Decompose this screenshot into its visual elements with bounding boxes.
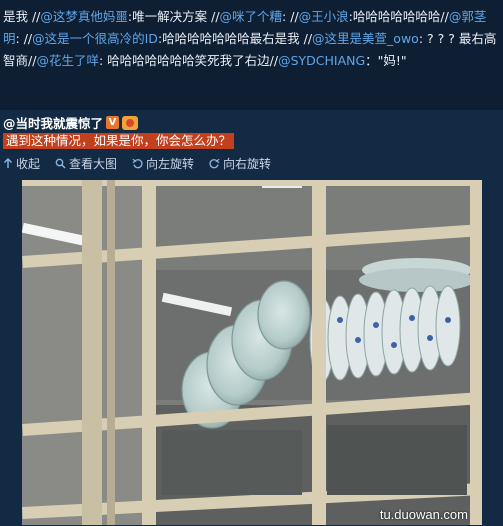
- collapse-up-arrow-icon: [4, 158, 12, 168]
- verified-v-badge-icon: V: [106, 116, 120, 129]
- rotate-left-icon: [132, 158, 143, 169]
- mention-link[interactable]: @SYDCHIANG: [278, 53, 365, 68]
- repost-author: @当时我就震惊了 V: [3, 113, 139, 132]
- rotate-right-icon: [209, 158, 220, 169]
- post-text-segment: :哈哈哈哈哈哈哈最右是我 //: [157, 31, 313, 46]
- mention-link[interactable]: @咪了个糟: [220, 9, 283, 24]
- rotate-left-label: 向左旋转: [146, 157, 195, 171]
- post-text-segment: : 哈哈哈哈哈哈哈笑死我了右边//: [98, 53, 279, 68]
- reposted-content: @当时我就震惊了 V 遇到这种情况，如果是你，你会怎么办？ 收起 查看大图 向左…: [0, 110, 503, 526]
- mention-link[interactable]: @王小浪: [299, 9, 349, 24]
- post-text-segment: : //: [15, 31, 33, 46]
- post-text-segment: : //: [282, 9, 299, 24]
- collapse-button[interactable]: 收起: [3, 155, 40, 172]
- repost-question: 遇到这种情况，如果是你，你会怎么办？: [3, 133, 235, 149]
- image-toolbar: 收起 查看大图 向左旋转 向右旋转: [3, 155, 271, 172]
- post-text-segment: ："妈!": [365, 53, 407, 68]
- mention-link[interactable]: @花生了咩: [36, 53, 99, 68]
- rotate-right-label: 向右旋转: [223, 157, 272, 171]
- cabinet-plates-photo: [22, 180, 482, 525]
- magnifier-icon: [55, 158, 66, 169]
- member-level-icon: [122, 115, 139, 130]
- post-text-segment: :唯一解决方案 //: [127, 9, 220, 24]
- mention-link[interactable]: @这是一个很高冷的ID: [32, 31, 158, 46]
- watermark: tu.duowan.com: [379, 507, 468, 522]
- view-large-button[interactable]: 查看大图: [55, 155, 117, 172]
- post-text-segment: :哈哈哈哈哈哈哈//: [348, 9, 449, 24]
- post-photo[interactable]: tu.duowan.com: [22, 180, 482, 525]
- mention-link[interactable]: @这梦真他妈噩: [40, 9, 128, 24]
- rotate-right-button[interactable]: 向右旋转: [209, 155, 271, 172]
- mention-link[interactable]: @这里是美萱_owo: [312, 31, 419, 46]
- view-large-label: 查看大图: [69, 157, 118, 171]
- author-link[interactable]: @当时我就震惊了: [3, 113, 103, 132]
- collapse-label: 收起: [16, 157, 41, 171]
- original-post: 是我 //@这梦真他妈噩:唯一解决方案 //@咪了个糟: //@王小浪:哈哈哈哈…: [0, 0, 503, 110]
- rotate-left-button[interactable]: 向左旋转: [132, 155, 194, 172]
- post-text: 是我 //@这梦真他妈噩:唯一解决方案 //@咪了个糟: //@王小浪:哈哈哈哈…: [3, 6, 499, 72]
- post-text-segment: 是我 //: [3, 9, 41, 24]
